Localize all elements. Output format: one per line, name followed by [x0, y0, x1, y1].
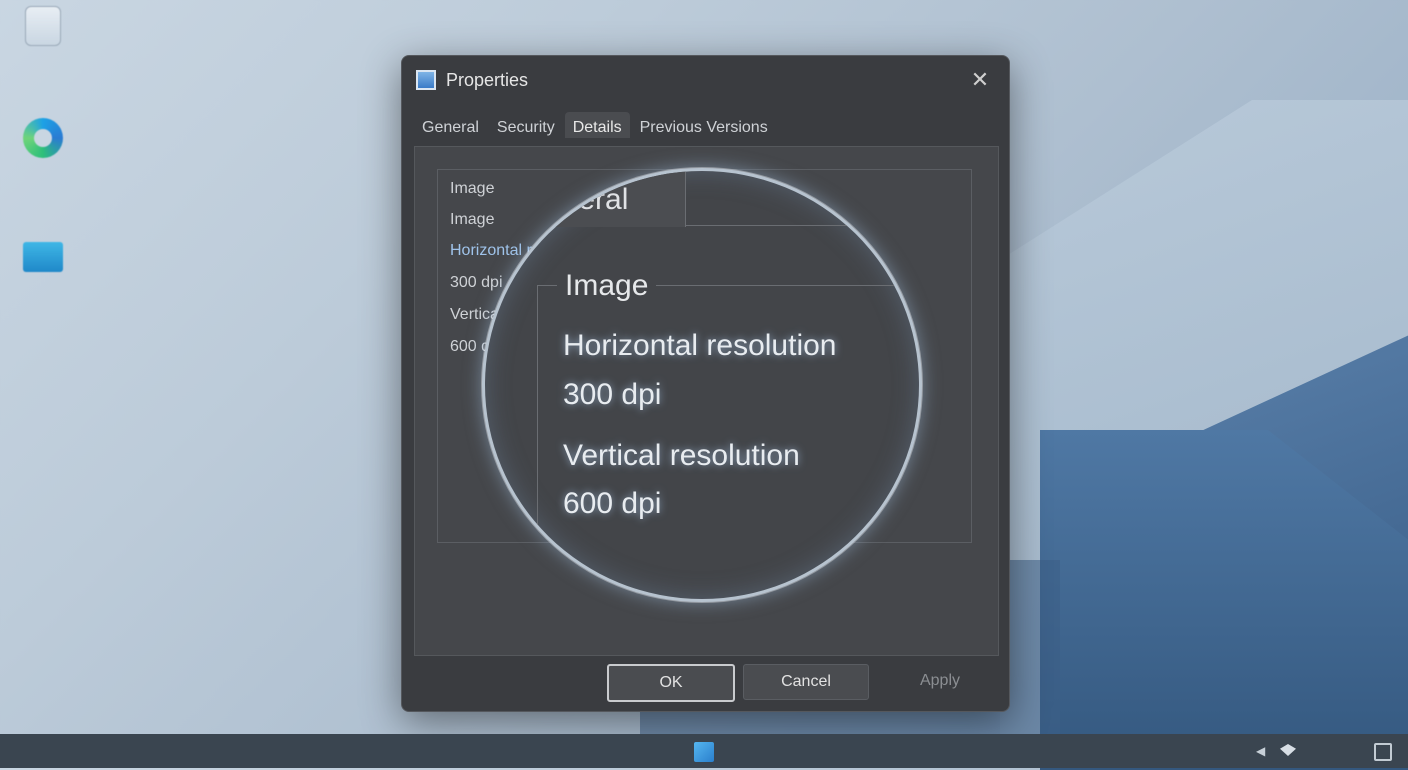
- tab-bar: General Security Details Previous Versio…: [402, 104, 1009, 138]
- magnified-horizontal-label: Horizontal resolution: [563, 329, 837, 362]
- app-icon: [416, 70, 436, 90]
- taskbar: ◀: [0, 734, 1408, 768]
- close-icon[interactable]: ✕: [965, 67, 995, 93]
- magnified-horizontal-value: 300 dpi: [563, 378, 662, 411]
- edge-icon[interactable]: [0, 118, 86, 162]
- window-title: Properties: [446, 69, 529, 90]
- ok-button[interactable]: OK: [607, 664, 735, 702]
- network-icon[interactable]: [1280, 744, 1296, 756]
- magnified-vertical-label: Vertical resolution: [563, 439, 800, 472]
- notification-icon[interactable]: [1374, 743, 1392, 761]
- divider: [685, 225, 919, 226]
- tray-chevron-icon[interactable]: ◀: [1256, 744, 1265, 758]
- title-bar: Properties ✕: [402, 56, 1009, 104]
- magnified-section-label: Image: [557, 269, 657, 303]
- magnified-vertical-value: 600 dpi: [563, 487, 662, 520]
- magnifier-lens: eneral Image Horizontal resolution 300 d…: [482, 168, 922, 602]
- edge-glyph: [23, 118, 63, 158]
- tab-details[interactable]: Details: [564, 112, 630, 138]
- monitor-glyph: [23, 242, 63, 272]
- recycle-bin-icon[interactable]: [0, 6, 86, 50]
- start-icon[interactable]: [694, 742, 714, 762]
- magnified-tab-label: eneral: [545, 183, 629, 216]
- recycle-bin-glyph: [25, 6, 61, 46]
- this-pc-icon[interactable]: [0, 236, 86, 276]
- cancel-button[interactable]: Cancel: [743, 664, 869, 700]
- tab-security[interactable]: Security: [489, 112, 563, 138]
- button-row: OK Cancel Apply: [402, 664, 1009, 704]
- apply-button[interactable]: Apply: [878, 664, 1002, 698]
- tab-previous-versions[interactable]: Previous Versions: [632, 112, 776, 138]
- tab-general[interactable]: General: [414, 112, 487, 138]
